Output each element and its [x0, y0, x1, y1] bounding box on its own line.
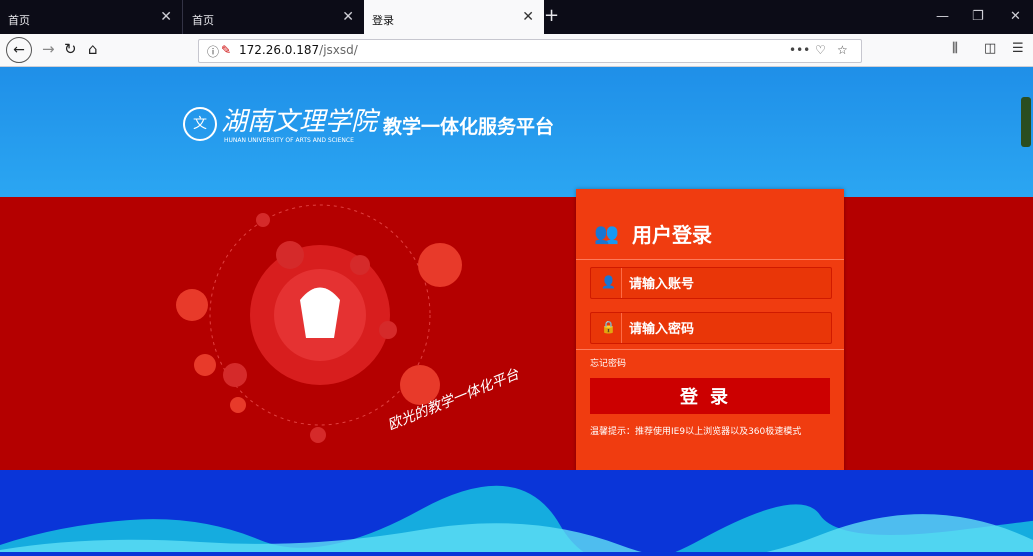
login-panel: 👥 用户登录 👤 🔒 忘记密码 登录 温馨提示：推荐使用IE9以上浏览器以及36…	[576, 189, 844, 474]
password-field[interactable]: 🔒	[590, 312, 832, 344]
browser-tab-1[interactable]: 首页 ✕	[0, 0, 183, 34]
tab-label: 登录	[372, 14, 394, 27]
login-button[interactable]: 登录	[590, 378, 830, 414]
divider	[576, 259, 844, 260]
tab-label: 首页	[8, 14, 30, 27]
browser-nav-bar: ← → ↻ ⌂ ⓘ ✎ 172.26.0.187/jsxsd/ ••• ♡ ☆ …	[0, 34, 1033, 67]
pocket-icon[interactable]: ♡	[815, 43, 826, 57]
users-icon: 👥	[594, 221, 619, 245]
page-header: 文 湖南文理学院 HUNAN UNIVERSITY OF ARTS AND SC…	[0, 67, 1033, 197]
username-input[interactable]	[627, 272, 821, 294]
school-seal-icon: 文	[183, 107, 217, 141]
insecure-lock-icon: ✎	[221, 43, 232, 57]
close-window-icon[interactable]: ✕	[1010, 9, 1021, 24]
address-bar[interactable]: ⓘ ✎ 172.26.0.187/jsxsd/ ••• ♡ ☆	[198, 39, 862, 63]
user-icon: 👤	[601, 275, 616, 289]
tab-close-icon[interactable]: ✕	[342, 9, 354, 25]
username-field[interactable]: 👤	[590, 267, 832, 299]
browser-tab-3-active[interactable]: 登录 ✕	[364, 0, 544, 34]
field-divider	[621, 313, 622, 343]
home-icon[interactable]: ⌂	[88, 40, 98, 58]
forgot-password-link[interactable]: 忘记密码	[590, 356, 626, 369]
sidebar-icon[interactable]: ◫	[984, 41, 996, 56]
password-input[interactable]	[627, 317, 821, 339]
footer-wave-decoration	[0, 485, 1033, 556]
tab-close-icon[interactable]: ✕	[522, 9, 534, 25]
url-text: 172.26.0.187/jsxsd/	[239, 43, 358, 57]
bookmark-star-icon[interactable]: ☆	[837, 43, 848, 57]
side-float-tab[interactable]	[1021, 97, 1031, 147]
back-arrow-icon[interactable]: ←	[6, 37, 32, 63]
browser-tip: 温馨提示：推荐使用IE9以上浏览器以及360极速模式	[590, 427, 802, 437]
restore-icon[interactable]: ❐	[972, 9, 984, 24]
field-divider	[621, 268, 622, 298]
forward-arrow-icon[interactable]: →	[42, 40, 55, 58]
new-tab-icon[interactable]: +	[544, 5, 559, 26]
tab-close-icon[interactable]: ✕	[160, 9, 172, 25]
platform-name: 教学一体化服务平台	[383, 116, 555, 138]
lightbulb-icon	[300, 287, 340, 338]
education-illustration: 欧光的教学一体化平台	[176, 204, 522, 443]
browser-tab-bar: 首页 ✕ 首页 ✕ 登录 ✕ + — ❐ ✕	[0, 0, 1033, 34]
more-actions-icon[interactable]: •••	[789, 43, 810, 57]
browser-tab-2[interactable]: 首页 ✕	[184, 0, 364, 34]
reload-icon[interactable]: ↻	[64, 40, 77, 58]
tab-label: 首页	[192, 14, 214, 27]
info-icon[interactable]: ⓘ	[207, 43, 219, 60]
page-footer	[0, 470, 1033, 556]
divider	[576, 349, 844, 350]
minimize-icon[interactable]: —	[936, 9, 949, 24]
school-name-cn: 湖南文理学院	[221, 107, 378, 137]
lock-icon: 🔒	[601, 320, 616, 334]
menu-icon[interactable]: ☰	[1012, 41, 1024, 56]
login-title: 用户登录	[632, 223, 712, 247]
school-name-en: HUNAN UNIVERSITY OF ARTS AND SCIENCE	[224, 137, 354, 144]
library-icon[interactable]: ⫼	[952, 41, 958, 56]
